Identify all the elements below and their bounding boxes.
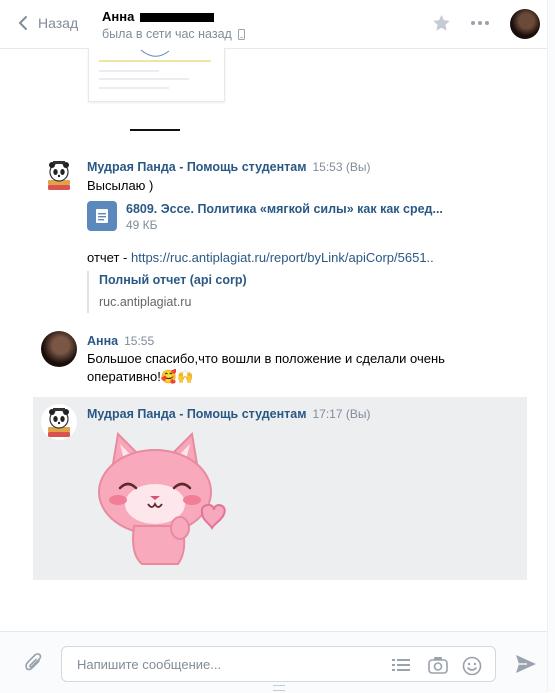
file-size: 49 КБ [126,218,158,232]
paperclip-icon[interactable] [24,652,44,674]
templates-icon[interactable] [391,656,411,674]
snippet-domain: ruc.antiplagiat.ru [99,295,192,309]
peer-status: была в сети час назад [102,27,245,41]
message-author[interactable]: Анна 15:55 [87,334,154,348]
back-label: Назад [38,15,79,31]
mobile-icon [237,28,245,40]
star-icon[interactable] [432,14,451,32]
peer-avatar[interactable] [510,9,540,39]
panda-icon [41,404,77,440]
message-author[interactable]: Мудрая Панда - Помощь студентам 15:53 (Вы… [87,160,370,174]
scrollbar[interactable] [547,0,555,692]
send-icon[interactable] [515,654,537,674]
message-link-line: отчет - https://ruc.antiplagiat.ru/repor… [87,250,434,265]
chat-header: Назад Анна была в сети час назад [0,0,548,49]
emoji-icon[interactable] [462,656,482,676]
message-time[interactable]: 17:17 (Вы) [312,407,370,421]
message-author[interactable]: Мудрая Панда - Помощь студентам 17:17 (Вы… [87,407,370,421]
doc-line [99,87,169,89]
panda-avatar[interactable] [41,157,77,193]
back-button[interactable]: Назад [18,15,78,31]
anna-avatar[interactable] [41,331,77,367]
peer-name[interactable]: Анна [102,9,215,24]
message-text: Высылаю ) [87,178,154,193]
camera-icon[interactable] [428,656,448,674]
snippet-title[interactable]: Полный отчет (api corp) [99,273,247,287]
message-text-line: Большое спасибо,что вошли в положение и … [87,351,445,366]
document-preview[interactable] [88,48,225,102]
message-text-line: оперативно!🥰🙌 [87,369,194,384]
pink-cat-sticker-icon[interactable] [90,430,226,568]
document-icon[interactable] [87,201,117,231]
separator-line [130,129,180,131]
resize-grip[interactable] [273,685,285,691]
signature-mark [140,49,170,57]
message-composer [0,631,548,693]
doc-line [99,70,159,72]
redaction-bar [140,13,215,23]
file-name-link[interactable]: 6809. Эссе. Политика «мягкой силы» как к… [126,202,443,216]
snippet-bar [87,271,89,313]
more-icon[interactable] [470,14,490,32]
message-input-box[interactable] [61,646,496,682]
message-time[interactable]: 15:55 [124,334,154,348]
message-time[interactable]: 15:53 (Вы) [312,160,370,174]
panda-avatar[interactable] [41,404,77,440]
report-link[interactable]: https://ruc.antiplagiat.ru/report/byLink… [131,250,434,265]
doc-line [99,78,189,80]
chevron-left-icon [18,16,27,30]
message-input[interactable] [75,656,379,673]
panda-icon [41,157,77,193]
doc-line [99,60,211,62]
